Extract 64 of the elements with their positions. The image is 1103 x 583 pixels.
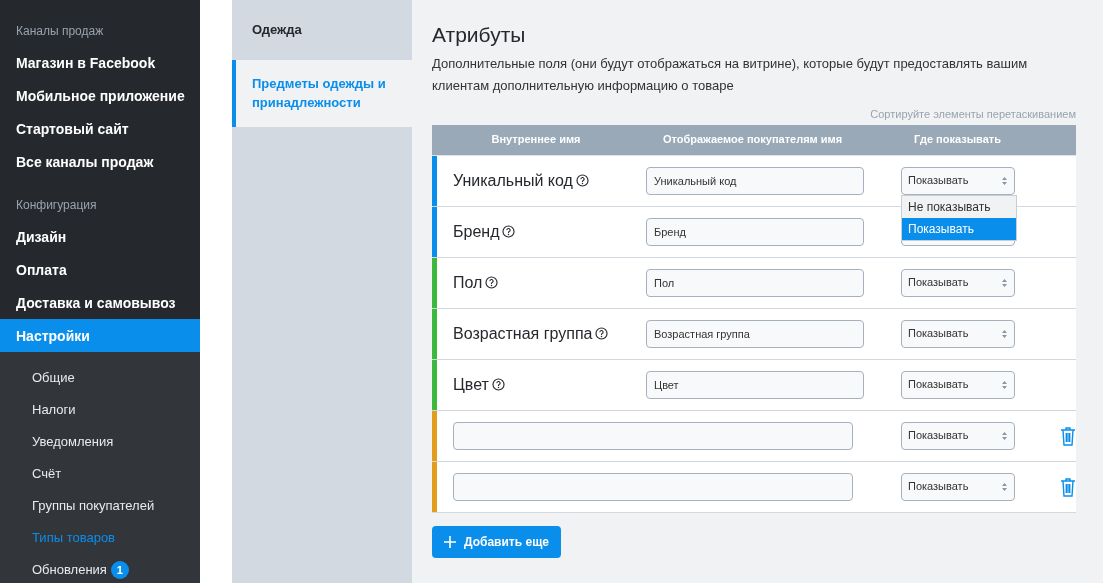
select-field[interactable]: Показывать — [901, 166, 1015, 195]
sort-caret-icon — [1001, 328, 1008, 339]
attribute-name: Уникальный код — [453, 170, 573, 191]
input-field[interactable] — [453, 472, 853, 501]
section-heading: Конфигурация — [15, 197, 98, 214]
attribute-name: Бренд — [453, 221, 500, 242]
section-heading: Каналы продаж — [15, 23, 105, 40]
help-icon[interactable] — [575, 174, 589, 188]
plus-icon — [444, 535, 456, 548]
subnav-label: Обновления — [32, 562, 107, 577]
input-field[interactable]: Цвет — [646, 370, 864, 399]
nav-item[interactable]: Магазин в Facebook — [0, 46, 200, 79]
subnav-item[interactable]: Типы товаров — [0, 522, 200, 554]
attribute-name: Пол — [453, 272, 483, 293]
select-field[interactable]: Показывать — [901, 370, 1015, 399]
help-icon[interactable] — [502, 225, 516, 239]
dropdown-option[interactable]: Не показывать — [902, 195, 1016, 218]
select-value: Показывать — [908, 479, 969, 495]
sort-caret-icon — [1001, 175, 1008, 186]
column-header: Где показывать — [913, 132, 1002, 148]
input-field[interactable]: Бренд — [646, 217, 864, 246]
page-title: Атрибуты — [432, 22, 527, 48]
attribute-name: Возрастная группа — [453, 323, 593, 344]
subnav-item[interactable]: Уведомления — [0, 426, 200, 458]
nav-item[interactable]: Стартовый сайт — [0, 112, 200, 145]
input-field[interactable] — [453, 421, 853, 450]
select-field[interactable]: Показывать — [901, 268, 1015, 297]
trash-icon[interactable] — [1060, 426, 1076, 447]
input-field[interactable]: Пол — [646, 268, 864, 297]
help-icon[interactable] — [595, 327, 609, 341]
select-value: Показывать — [908, 275, 969, 291]
sort-caret-icon — [1001, 277, 1008, 288]
nav-item[interactable]: Все каналы продаж — [0, 145, 200, 178]
select-field[interactable]: Показывать — [901, 421, 1015, 450]
nav-item[interactable]: Дизайн — [0, 220, 200, 253]
input-field[interactable]: Возрастная группа — [646, 319, 864, 348]
category-item[interactable]: Одежда — [232, 0, 412, 60]
subnav-item[interactable]: Обновления 1 — [0, 554, 200, 583]
subnav-item[interactable]: Счёт — [0, 458, 200, 490]
nav-item[interactable]: Оплата — [0, 253, 200, 286]
help-icon[interactable] — [485, 276, 499, 290]
attribute-name: Цвет — [453, 374, 489, 395]
select-value: Показывать — [908, 428, 969, 444]
select-field[interactable]: Показывать — [901, 472, 1015, 501]
count-badge: 1 — [110, 561, 129, 579]
subnav-item[interactable]: Налоги — [0, 394, 200, 426]
sort-caret-icon — [1001, 430, 1008, 441]
description-text: Дополнительные поля (они будут отображаться на витрине), которые будут предоставлять вашим клиентам дополнительную информацию о товаре — [432, 55, 1029, 95]
subnav-item[interactable]: Группы покупателей — [0, 490, 200, 522]
nav-item[interactable]: Доставка и самовывоз — [0, 286, 200, 319]
sort-caret-icon — [1001, 481, 1008, 492]
subnav-item[interactable]: Общие — [0, 362, 200, 394]
sort-caret-icon — [1001, 379, 1008, 390]
help-icon[interactable] — [491, 378, 505, 392]
column-header: Отображаемое покупателям имя — [661, 132, 844, 148]
nav-item[interactable]: Мобильное приложение — [0, 79, 200, 112]
select-value: Показывать — [908, 326, 969, 342]
select-value: Показывать — [908, 377, 969, 393]
column-header: Внутреннее имя — [490, 132, 582, 148]
trash-icon[interactable] — [1060, 477, 1076, 498]
select-field[interactable]: Показывать — [901, 319, 1015, 348]
select-value: Показывать — [908, 173, 969, 189]
sort-hint: Сортируйте элементы перетаскиванием — [869, 107, 1076, 123]
input-field[interactable]: Уникальный код — [646, 166, 864, 195]
